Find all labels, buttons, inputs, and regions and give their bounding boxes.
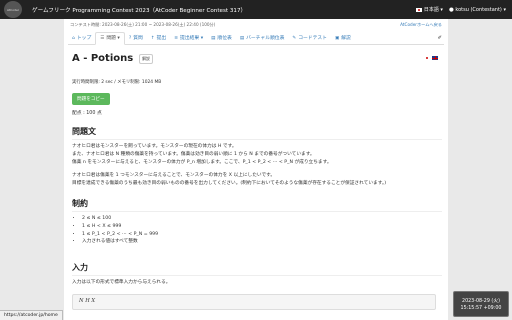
user-menu[interactable]: ● kotsu (Contestant) ▾ [449,7,506,13]
statement-heading: 問題文 [72,127,96,136]
uk-flag-icon[interactable] [432,56,438,60]
clock-time: 15:15:57 +09:00 [460,306,502,311]
book-icon: ▣ [334,36,340,41]
standings-icon: ▤ [211,36,216,41]
jp-flag-icon [415,7,422,12]
pencil-icon: ✎ [292,36,297,41]
main-panel: コンテスト時間: 2023-08-26(土) 21:00 ~ 2023-08-2… [64,19,448,320]
input-heading: 入力 [72,263,88,273]
divider [72,275,442,277]
contest-timeline: コンテスト時間: 2023-08-26(土) 21:00 ~ 2023-08-2… [70,22,216,27]
statement-language-switch[interactable] [424,55,440,60]
constraint-item: 1 ≤ H < X ≤ 999 [82,223,442,231]
score: 配点 : 100 点 [72,111,102,116]
tab-label: 順位表 [217,36,232,41]
statement-line: ナオヒロ君はモンスターを飼っています。モンスターの現在の体力は H です。 [72,144,237,149]
tab-label: 質問 [133,36,143,41]
constraint-item: 1 ≤ P_1 < P_2 < ⋯ < P_N = 999 [82,231,442,239]
question-icon: ? [128,36,132,41]
tab-label: トップ [76,36,92,41]
language-label: 日本語 [423,7,439,13]
atcoder-logo[interactable]: AtCoder [4,1,22,18]
status-bar-url: https://atcoder.jp/home [0,310,63,320]
logo-text: AtCoder [6,7,20,12]
atcoder-home-link[interactable]: AtCoderホームへ戻る [400,22,442,28]
constraint-item: 2 ≤ N ≤ 100 [82,215,442,223]
time-memory-limits: 実行時間制限: 2 sec / メモリ制限: 1024 MB [72,80,162,85]
constraints-list: 2 ≤ N ≤ 100 1 ≤ H < X ≤ 999 1 ≤ P_1 < P_… [72,215,442,246]
constraints-heading: 制約 [72,199,88,209]
input-description: 入力は以下の形式で標準入力から与えられる。 [72,280,171,286]
divider [72,211,442,213]
contest-title[interactable]: ゲームフリーク Programming Contest 2023（AtCoder… [32,6,246,14]
input-format-box: N H X [72,294,436,311]
results-icon: ≡ [174,36,179,41]
copy-problem-button[interactable]: 問題をコピー [72,93,110,105]
user-icon: ● [448,6,454,13]
username: kotsu (Contestant) [455,6,502,13]
tab-editorial[interactable]: ▣ 解説 [331,31,355,44]
system-clock[interactable]: 2023-08-29 (火) 15:15:57 +09:00 [453,291,509,317]
task-title: A - Potions [72,53,134,64]
clock-date: 2023-08-29 (火) [462,299,500,304]
tab-submit[interactable]: ↑ 提出 [147,31,170,44]
divider [72,139,442,140]
statement-line: 傷薬 n をモンスターに与えると、モンスターの体力が P_n 増加します。ここで… [72,160,332,166]
upload-icon: ↑ [150,36,155,41]
contest-nav-tabs: ⌂ トップ ☰ 問題 ▾ ? 質問 ↑ 提出 ≡ 提出結果 ▾ ▤ 順位表 ▤ バーチャル順位… [68,31,444,45]
top-navbar: AtCoder ゲームフリーク Programming Contest 2023… [0,0,512,19]
tab-virtual-standings[interactable]: ▤ バーチャル順位表 [236,31,289,44]
statement-line: また、ナオヒロ君は N 種類の傷薬を持っています。傷薬は効き目の弱い順に 1 か… [72,152,315,158]
tab-results[interactable]: ≡ 提出結果 ▾ [170,31,207,44]
editorial-button[interactable]: 解説 [139,53,153,64]
jp-flag-icon[interactable] [424,56,430,60]
tab-label: 提出結果 ▾ [180,36,204,41]
statement-line: 目標を達成できる傷薬のうち最も効き目の弱いものの番号を出力してください。(制約下… [72,180,387,186]
edit-icon[interactable]: ✐ [438,35,442,41]
list-icon: ☰ [100,36,105,41]
tab-clarifications[interactable]: ? 質問 [125,31,147,44]
statement-line: ナオヒロ君は傷薬を 1 つモンスターに与えることで、モンスターの体力を X 以上… [72,172,276,178]
task-content: A - Potions 解説 実行時間制限: 2 sec / メモリ制限: 10… [72,53,442,311]
tab-label: 解説 [341,36,351,41]
language-selector[interactable]: 日本語 ▾ [415,6,443,13]
tab-tasks[interactable]: ☰ 問題 ▾ [95,32,125,45]
tab-label: 提出 [156,36,167,41]
tab-standings[interactable]: ▤ 順位表 [207,31,236,44]
home-icon: ⌂ [72,36,75,41]
tab-top[interactable]: ⌂ トップ [68,31,95,44]
tab-label: コードテスト [298,36,327,41]
tab-custom-test[interactable]: ✎ コードテスト [288,31,331,44]
tab-label: 問題 ▾ [106,36,120,41]
tab-label: バーチャル順位表 [246,36,285,41]
standings-icon: ▤ [239,36,245,41]
constraint-item: 入力される値はすべて整数 [82,238,442,246]
